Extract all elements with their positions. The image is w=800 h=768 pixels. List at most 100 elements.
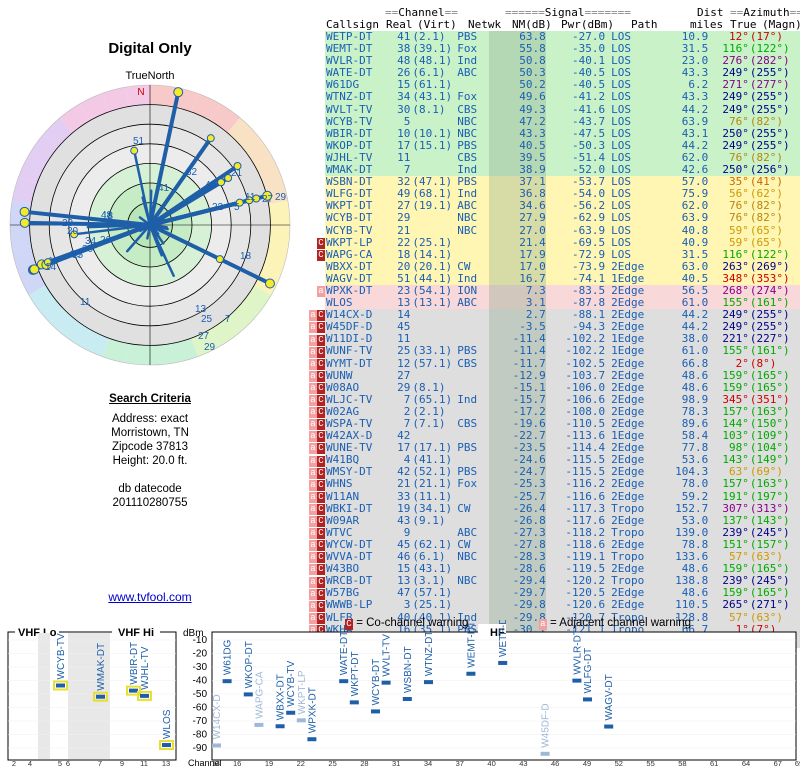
real-cell: 29 — [397, 212, 411, 225]
adjacent-warning-icon: a — [309, 588, 317, 600]
azimuth-magn-cell: (104°) — [749, 442, 790, 455]
power-cell: -106.0 — [565, 381, 606, 394]
table-row: WLFG-DT 49 (68.1) Ind 36.8 -54.0 LOS 75.9 56° (62… — [325, 188, 800, 201]
table-row: WMSY-DT 42 (52.1) PBS -24.7 -115.5 2Edge 104.3 6… — [325, 466, 800, 479]
network-cell: CW — [457, 502, 471, 515]
spoke-tip — [264, 278, 275, 289]
network-cell: CW — [457, 538, 471, 551]
network-cell — [456, 79, 488, 91]
nm-cell: -23.5 — [488, 442, 546, 455]
path-cell: 2Edge — [611, 442, 645, 455]
path-cell: 2Edge — [611, 284, 645, 297]
callsign-cell: W43BO — [326, 563, 360, 576]
real-cell: 30 — [397, 103, 411, 116]
callsign-cell: WJHL-TV — [326, 151, 373, 164]
virt-cell: (19.1) — [412, 200, 453, 213]
callsign-cell: W08AO — [326, 381, 360, 394]
real-cell: 9 — [403, 526, 411, 539]
cochannel-warning-icon: C — [317, 479, 325, 491]
azimuth-magn-cell: (65°) — [749, 236, 784, 249]
cochannel-warning-icon: C — [317, 443, 325, 455]
azimuth-true-cell: 249° — [722, 91, 749, 104]
virt-cell: (11.1) — [412, 490, 453, 503]
virt-cell: (8.1) — [412, 103, 446, 116]
criteria-zipcode: Zipcode 37813 — [111, 441, 189, 453]
real-cell: 38 — [397, 43, 411, 56]
table-row: WTVC 9 ABC -27.3 -118.2 Tropo 139.0 239° (245°) — [325, 526, 800, 539]
tvfool-link[interactable]: www.tvfool.com — [60, 590, 240, 604]
virt-cell — [410, 370, 456, 382]
power-cell: -73.9 — [572, 260, 606, 273]
real-cell: 10 — [397, 127, 411, 140]
table-row: WLJC-TV 7 (65.1) Ind -15.7 -106.6 2Edge 98.9 345… — [325, 393, 800, 406]
nm-cell: -11.4 — [488, 345, 546, 358]
callsign-cell: WYMT-DT — [326, 357, 373, 370]
power-cell: -119.1 — [565, 551, 606, 564]
real-cell: 43 — [397, 514, 411, 527]
power-cell: -62.9 — [572, 212, 606, 225]
real-cell: 42 — [397, 466, 411, 479]
path-cell: LOS — [611, 176, 632, 189]
nm-cell: 63.8 — [488, 31, 546, 44]
nm-cell: -11.4 — [488, 333, 546, 346]
table-row: WVLT-TV 30 (8.1) CBS 49.3 -41.6 LOS 44.2 249° (25… — [325, 103, 800, 116]
azimuth-magn-cell: (255°) — [749, 321, 790, 334]
distance-cell: 61.0 — [681, 297, 709, 310]
polar-channel-label: 27 — [198, 331, 210, 342]
network-cell — [456, 587, 488, 599]
station-bar — [129, 688, 138, 693]
path-cell: 2Edge — [611, 466, 645, 479]
x-tick-label: 40 — [487, 759, 495, 768]
path-cell: 2Edge — [611, 418, 645, 430]
azimuth-magn-cell: (62°) — [749, 188, 784, 201]
power-cell: -116.2 — [565, 478, 606, 491]
real-cell: 12 — [397, 357, 411, 370]
azimuth-true-cell: 249° — [722, 67, 749, 80]
station-bar-label: W14CX-D — [212, 694, 223, 739]
distance-cell: 48.6 — [681, 381, 709, 394]
distance-cell: 62.0 — [681, 151, 709, 164]
real-cell: 7 — [403, 418, 411, 430]
real-cell: 23 — [397, 284, 411, 297]
callsign-cell: WAGV-DT — [326, 272, 373, 285]
cochannel-warning-icon: C — [317, 491, 325, 503]
azimuth-magn-cell: (313°) — [749, 502, 790, 515]
y-tick-label: -10 — [193, 635, 208, 646]
distance-cell: 152.7 — [675, 502, 709, 515]
azimuth-magn-cell: (69°) — [749, 466, 784, 479]
station-bar-label: W61DG — [223, 639, 234, 675]
polar-channel-label: 17 — [48, 256, 60, 267]
path-cell: LOS — [611, 188, 632, 201]
callsign-cell: W61DG — [326, 79, 360, 92]
azimuth-magn-cell: (157°) — [749, 538, 790, 551]
station-bar-label: WAPG-CA — [254, 671, 265, 719]
distance-cell: 31.5 — [681, 43, 709, 56]
x-tick-label: 61 — [710, 759, 718, 768]
azimuth-true-cell: 249° — [722, 103, 749, 116]
path-cell: 2Edge — [611, 514, 645, 527]
power-cell: -69.5 — [572, 236, 606, 249]
x-tick-label: 16 — [233, 759, 241, 768]
power-cell: -40.1 — [572, 55, 606, 68]
search-criteria: Search Criteria Address: exact Morristow… — [60, 392, 240, 510]
virt-cell: (2.1) — [412, 405, 446, 418]
callsign-cell: WCYB-TV — [326, 115, 373, 128]
adjacent-warning-icon: a — [309, 431, 317, 443]
distance-cell: 89.6 — [681, 418, 709, 430]
real-cell: 32 — [397, 176, 411, 189]
azimuth-true-cell: 157° — [722, 405, 749, 418]
azimuth-magn-cell: (351°) — [749, 393, 790, 406]
criteria-height: Height: 20.0 ft. — [112, 455, 188, 467]
nm-cell: -26.8 — [488, 514, 546, 527]
network-cell: ION — [457, 284, 478, 297]
callsign-cell: W02AG — [326, 405, 360, 418]
power-cell: -41.2 — [572, 91, 606, 104]
nm-cell: -24.6 — [488, 454, 546, 467]
path-cell: 1Edge — [611, 333, 645, 346]
station-bar — [371, 709, 380, 714]
azimuth-magn-cell: (149°) — [749, 454, 790, 467]
callsign-cell: WUNW — [326, 369, 353, 382]
callsign-cell: WVLR-DT — [326, 55, 373, 68]
polar-channel-label: 22 — [212, 202, 224, 213]
x-tick-label: 46 — [551, 759, 559, 768]
